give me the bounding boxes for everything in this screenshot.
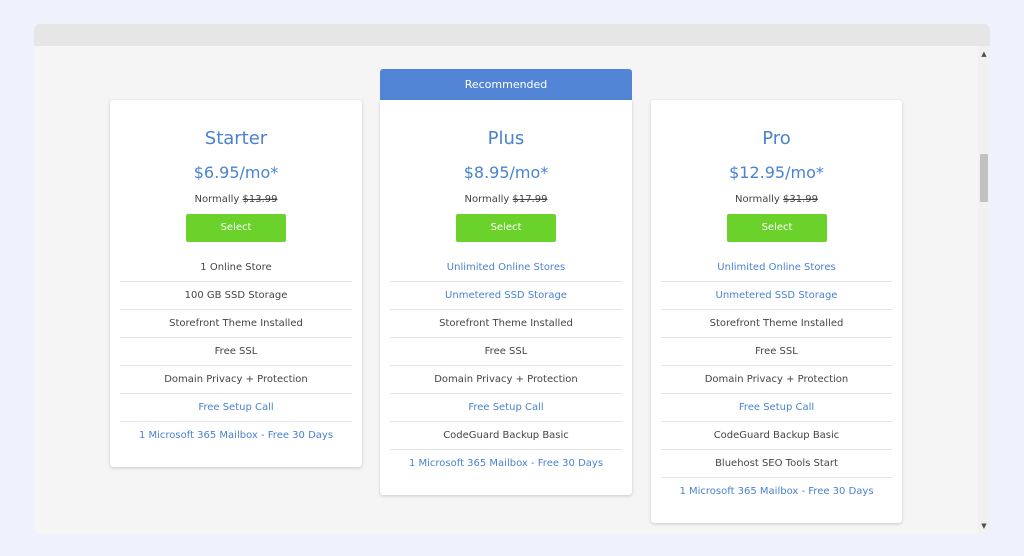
feature-list: Unlimited Online Stores Unmetered SSD Sto… [661,254,892,506]
plan-regular-price: Normally $13.99 [194,194,278,205]
select-button-starter[interactable]: Select [186,214,286,242]
old-price: $17.99 [512,194,548,205]
feature-item[interactable]: Free Setup Call [390,394,622,422]
feature-item: Storefront Theme Installed [661,310,892,338]
plan-name: Pro [762,128,791,149]
feature-item[interactable]: 1 Microsoft 365 Mailbox - Free 30 Days [120,422,352,450]
feature-item: Domain Privacy + Protection [390,366,622,394]
plan-card-pro: Pro $12.95/mo* Normally $31.99 Select Un… [651,100,902,523]
feature-item: CodeGuard Backup Basic [661,422,892,450]
feature-list: 1 Online Store 100 GB SSD Storage Storefro… [120,254,352,450]
plan-price: $6.95/mo* [193,163,279,182]
feature-item[interactable]: Unlimited Online Stores [390,254,622,282]
feature-item[interactable]: Free Setup Call [120,394,352,422]
feature-item: Free SSL [390,338,622,366]
feature-item: 1 Online Store [120,254,352,282]
recommended-badge: Recommended [380,69,632,100]
select-button-plus[interactable]: Select [456,214,556,242]
feature-item: Bluehost SEO Tools Start [661,450,892,478]
feature-item[interactable]: Free Setup Call [661,394,892,422]
feature-item: Free SSL [661,338,892,366]
feature-item: Domain Privacy + Protection [661,366,892,394]
scroll-down-icon[interactable]: ▼ [978,520,990,532]
feature-item: Storefront Theme Installed [120,310,352,338]
plan-name: Starter [204,128,268,149]
vertical-scrollbar[interactable]: ▲ ▼ [978,46,990,534]
feature-item[interactable]: Unmetered SSD Storage [390,282,622,310]
select-button-pro[interactable]: Select [727,214,827,242]
feature-item: Storefront Theme Installed [390,310,622,338]
scrollbar-thumb[interactable] [980,154,988,202]
window-title-bar [34,24,990,46]
plan-name: Plus [487,128,525,149]
feature-item: Free SSL [120,338,352,366]
plan-regular-price: Normally $31.99 [734,194,819,205]
feature-list: Unlimited Online Stores Unmetered SSD Sto… [390,254,622,478]
plan-card-starter: Starter $6.95/mo* Normally $13.99 Select… [110,100,362,467]
feature-item[interactable]: Unlimited Online Stores [661,254,892,282]
old-price: $31.99 [783,194,819,205]
feature-item[interactable]: Unmetered SSD Storage [661,282,892,310]
feature-item[interactable]: 1 Microsoft 365 Mailbox - Free 30 Days [390,450,622,478]
plan-card-plus: Plus $8.95/mo* Normally $17.99 Select Un… [380,100,632,495]
feature-item: 100 GB SSD Storage [120,282,352,310]
scroll-up-icon[interactable]: ▲ [978,48,990,60]
feature-item: Domain Privacy + Protection [120,366,352,394]
plan-price: $12.95/mo* [729,163,824,182]
feature-item[interactable]: 1 Microsoft 365 Mailbox - Free 30 Days [661,478,892,506]
feature-item: CodeGuard Backup Basic [390,422,622,450]
old-price: $13.99 [242,194,278,205]
plan-price: $8.95/mo* [463,163,549,182]
plan-regular-price: Normally $17.99 [464,194,548,205]
